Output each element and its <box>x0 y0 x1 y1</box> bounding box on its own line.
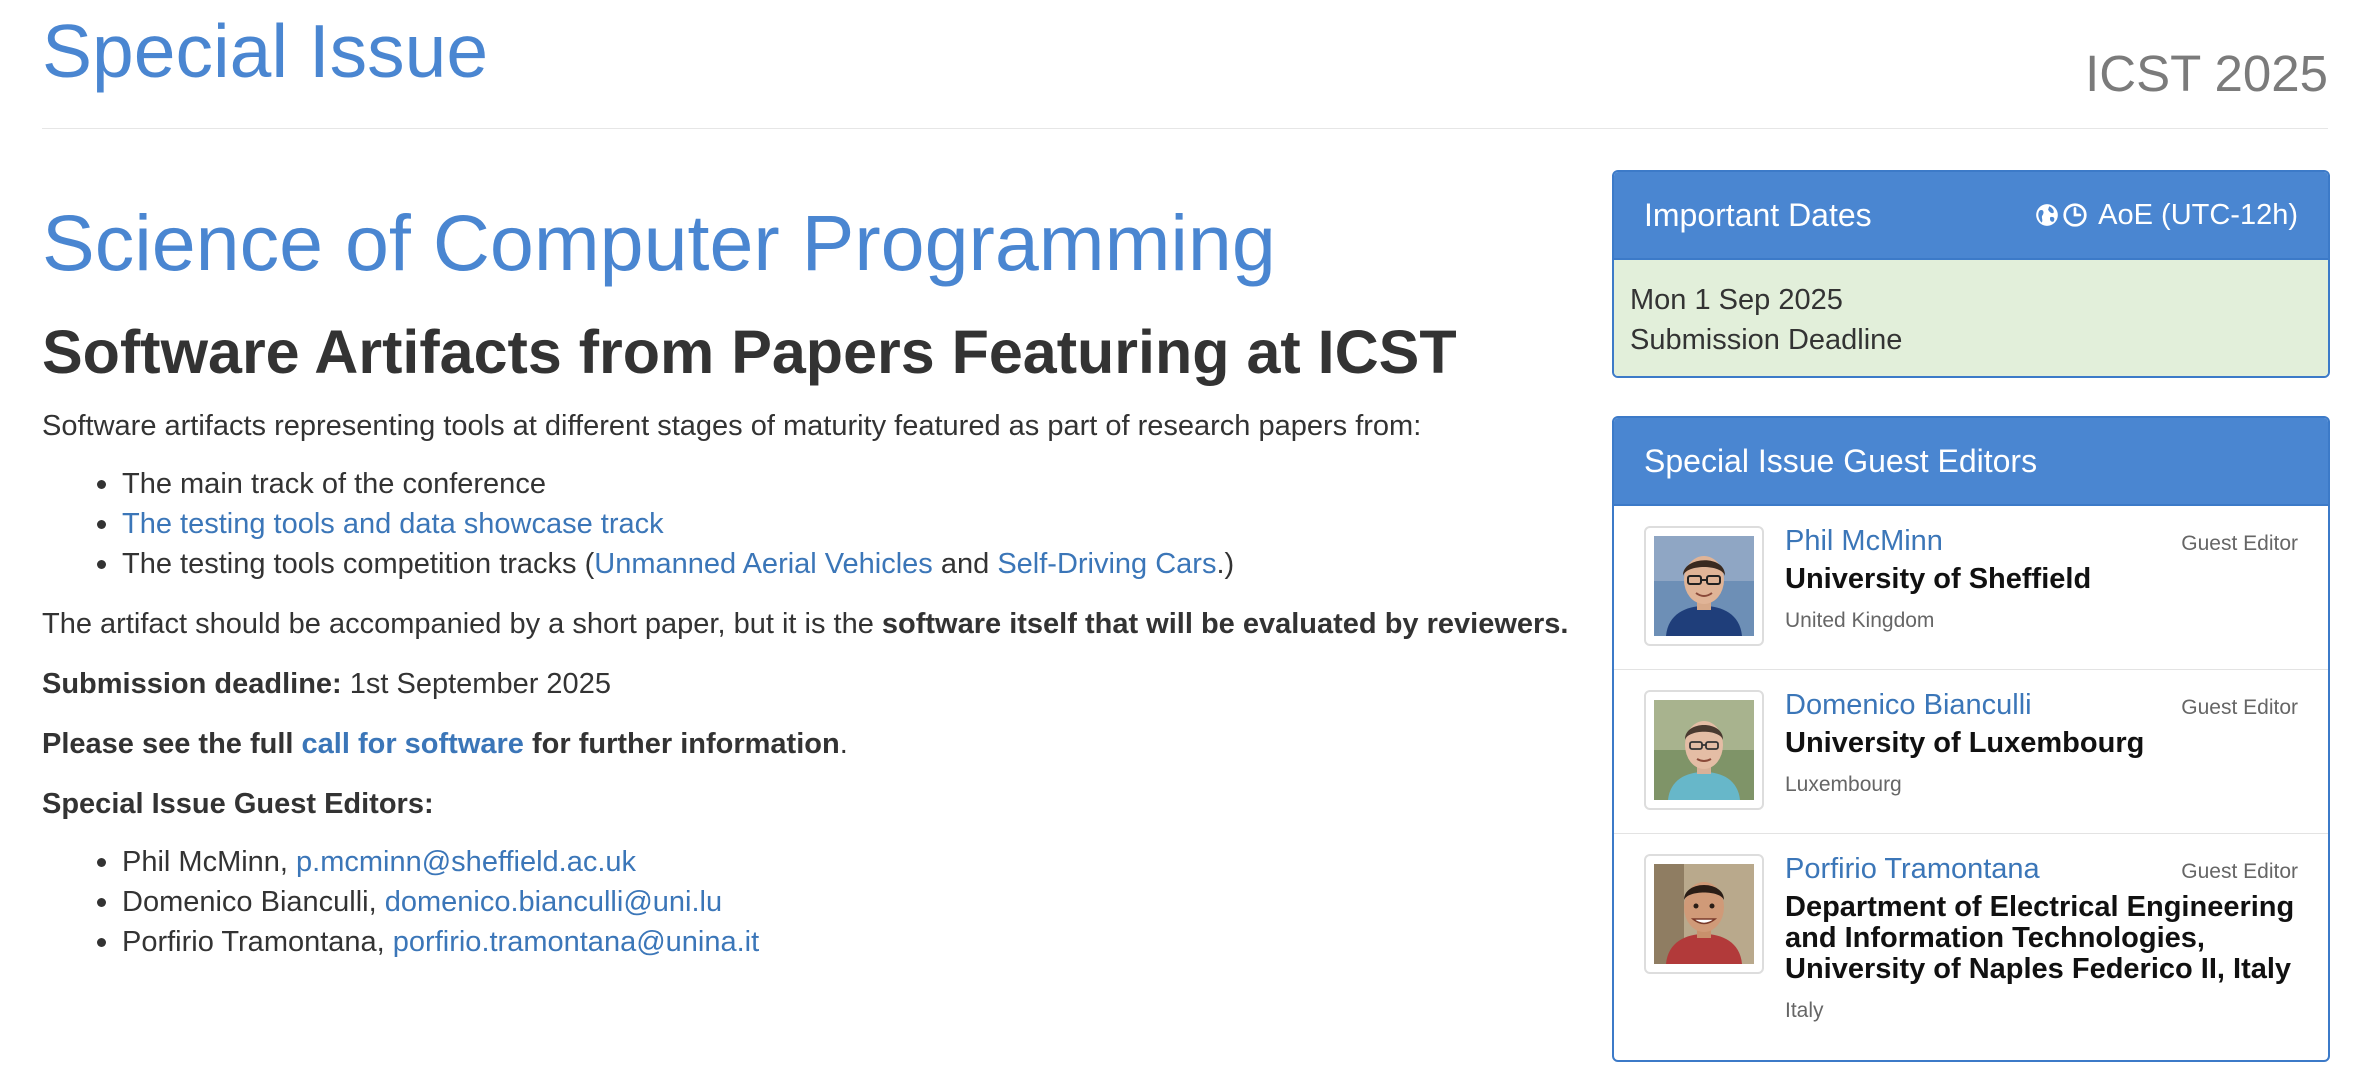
artifact-bold-text: software itself that will be evaluated b… <box>881 607 1569 640</box>
panel-heading: Important Dates AoE (UTC-12h) <box>1614 172 2328 260</box>
deadline-label: Submission deadline: <box>42 667 342 700</box>
clock-icon <box>2063 203 2087 227</box>
editor-name: Porfirio Tramontana, <box>122 925 393 958</box>
timezone-indicator[interactable]: AoE (UTC-12h) <box>2034 172 2298 258</box>
avatar[interactable] <box>1644 690 1764 810</box>
deadline-paragraph: Submission deadline: 1st September 2025 <box>42 664 1582 704</box>
avatar[interactable] <box>1644 526 1764 646</box>
journal-title: Science of Computer Programming <box>42 198 1276 287</box>
editor-email-link[interactable]: domenico.bianculli@uni.lu <box>385 886 722 918</box>
date-entry: Mon 1 Sep 2025 Submission Deadline <box>1614 260 2328 376</box>
timezone-icons <box>2034 202 2088 228</box>
main-track-text: The main track of the conference <box>122 467 546 500</box>
editor-name: Domenico Bianculli, <box>122 885 385 918</box>
avatar-image <box>1654 864 1754 964</box>
page-title: Special Issue <box>42 9 489 93</box>
list-item: The main track of the conference <box>42 464 1582 504</box>
main-content: Science of Computer Programming Software… <box>42 196 1582 962</box>
editors-heading: Special Issue Guest Editors: <box>42 784 1582 824</box>
editor-card: Porfirio Tramontana Department of Electr… <box>1614 834 2328 1060</box>
editor-name-link[interactable]: Porfirio Tramontana <box>1785 853 2040 885</box>
and-text: and <box>932 547 998 580</box>
conference-name[interactable]: ICST 2025 <box>2085 44 2328 103</box>
intro-text: Software artifacts representing tools at… <box>42 409 1422 442</box>
page-header: Special Issue ICST 2025 <box>42 0 2328 129</box>
editor-country: United Kingdom <box>1785 609 1935 632</box>
editor-country: Italy <box>1785 999 1824 1022</box>
list-item: Domenico Bianculli, domenico.bianculli@u… <box>42 882 1582 922</box>
timezone-label: AoE (UTC-12h) <box>2098 199 2298 231</box>
guest-editors-panel: Special Issue Guest Editors Phil McMinn … <box>1612 416 2330 1062</box>
competition-prefix: The testing tools competition tracks ( <box>122 547 595 580</box>
competition-suffix: .) <box>1216 547 1235 580</box>
editor-name-link[interactable]: Domenico Bianculli <box>1785 689 2032 721</box>
date-value: Mon 1 Sep 2025 <box>1630 284 1843 316</box>
tracks-list: The main track of the conference The tes… <box>42 464 1582 584</box>
editor-role: Guest Editor <box>2181 696 2298 719</box>
call-suffix: for further information <box>523 727 840 760</box>
list-item: The testing tools competition tracks (Un… <box>42 544 1582 584</box>
tools-track-link[interactable]: The testing tools and data showcase trac… <box>122 508 664 540</box>
editor-name: Phil McMinn, <box>122 845 297 878</box>
list-item: Phil McMinn, p.mcminn@sheffield.ac.uk <box>42 842 1582 882</box>
call-period: . <box>839 727 848 760</box>
panel-heading: Special Issue Guest Editors <box>1614 418 2328 506</box>
editor-card: Domenico Bianculli University of Luxembo… <box>1614 670 2328 834</box>
editor-role: Guest Editor <box>2181 532 2298 555</box>
artifact-paragraph: The artifact should be accompanied by a … <box>42 604 1582 644</box>
editors-list: Phil McMinn, p.mcminn@sheffield.ac.uk Do… <box>42 842 1582 962</box>
editor-affiliation: University of Luxembourg <box>1785 727 2145 759</box>
artifact-text: The artifact should be accompanied by a … <box>42 607 882 640</box>
editor-affiliation: University of Sheffield <box>1785 563 2092 595</box>
uav-link[interactable]: Unmanned Aerial Vehicles <box>594 548 933 580</box>
editors-heading-text: Special Issue Guest Editors: <box>42 787 434 820</box>
panel-title: Important Dates <box>1644 197 1872 233</box>
avatar-image <box>1654 700 1754 800</box>
section-title: Software Artifacts from Papers Featuring… <box>42 317 1457 386</box>
avatar[interactable] <box>1644 854 1764 974</box>
avatar-image <box>1654 536 1754 636</box>
panel-title: Special Issue Guest Editors <box>1644 443 2038 479</box>
date-event: Submission Deadline <box>1630 324 1903 356</box>
editor-card: Phil McMinn University of Sheffield Unit… <box>1614 506 2328 670</box>
list-item: Porfirio Tramontana, porfirio.tramontana… <box>42 922 1582 962</box>
editor-email-link[interactable]: porfirio.tramontana@unina.it <box>393 926 759 958</box>
editor-role: Guest Editor <box>2181 860 2298 883</box>
sdc-link[interactable]: Self-Driving Cars <box>997 548 1216 580</box>
list-item: The testing tools and data showcase trac… <box>42 504 1582 544</box>
call-prefix: Please see the full <box>42 727 302 760</box>
editor-country: Luxembourg <box>1785 773 1902 796</box>
globe-icon <box>2036 204 2059 226</box>
editor-email-link[interactable]: p.mcminn@sheffield.ac.uk <box>296 846 636 878</box>
call-paragraph: Please see the full call for software fo… <box>42 724 1582 764</box>
deadline-value: 1st September 2025 <box>341 667 611 700</box>
editor-name-link[interactable]: Phil McMinn <box>1785 525 1943 557</box>
call-for-software-link[interactable]: call for software <box>302 728 524 760</box>
editor-affiliation: Department of Electrical Engineering and… <box>1785 891 2295 985</box>
important-dates-panel: Important Dates AoE (UTC-12h) Mon 1 Sep … <box>1612 170 2330 378</box>
